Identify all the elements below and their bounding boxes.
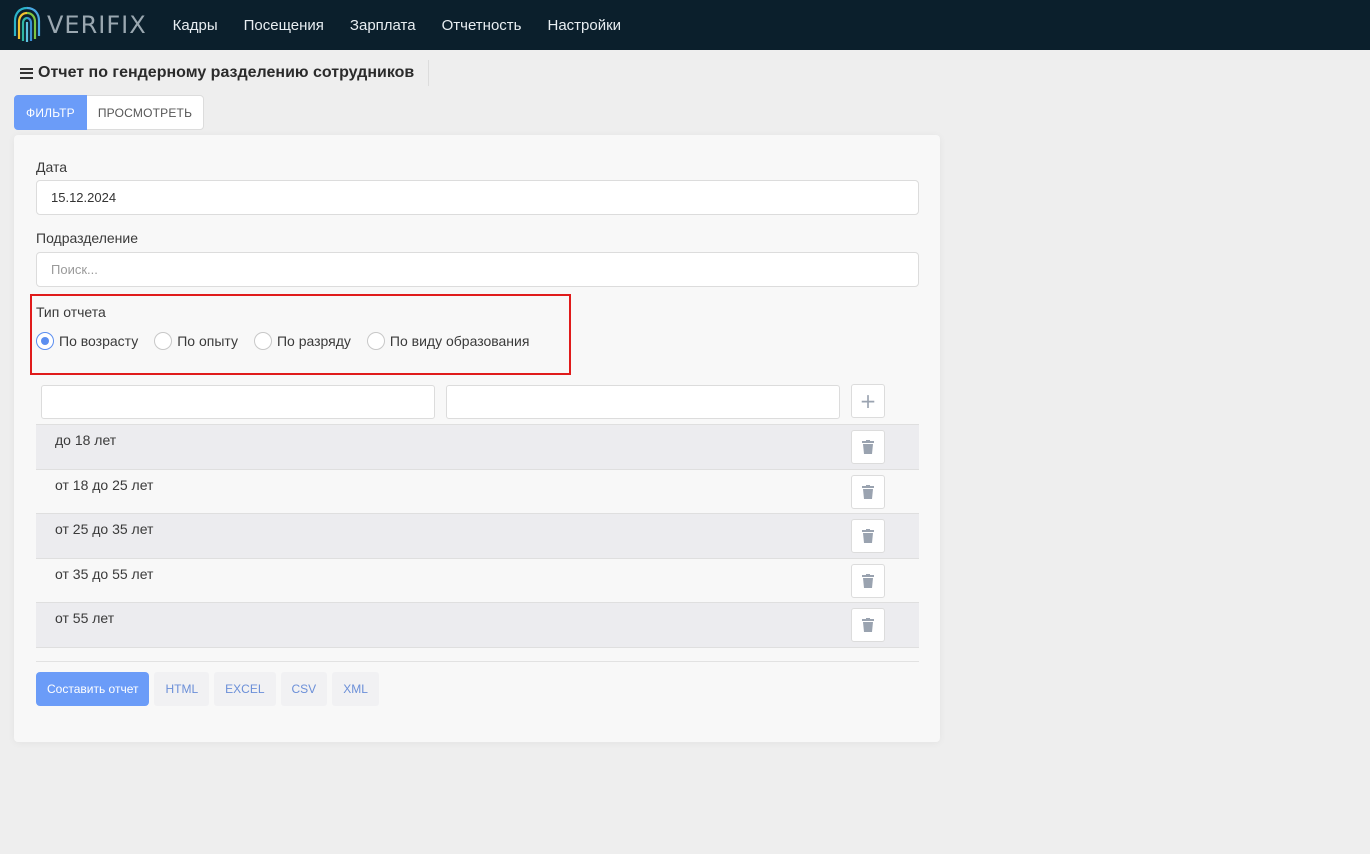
age-range-table: + до 18 лет от 18 до 25 лет от 25 до 35 …	[36, 378, 919, 648]
report-actions: Составить отчет HTML EXCEL CSV XML	[36, 672, 379, 706]
trash-icon	[862, 573, 874, 588]
radio-by-age[interactable]: По возрасту	[36, 332, 138, 350]
nav-item-settings[interactable]: Настройки	[548, 17, 622, 34]
delete-range-button[interactable]	[851, 608, 885, 643]
range-label: от 18 до 25 лет	[55, 476, 154, 493]
division-label: Подразделение	[36, 230, 139, 246]
trash-icon	[862, 440, 874, 454]
export-excel-button[interactable]: EXCEL	[214, 672, 276, 706]
radio-label: По виду образования	[389, 333, 530, 349]
radio-label: По опыту	[177, 333, 238, 349]
main-menu: Кадры Посещения Зарплата Отчетность Наст…	[173, 17, 647, 34]
radio-unchecked-icon	[253, 332, 272, 350]
export-html-button[interactable]: HTML	[154, 672, 210, 706]
hamburger-menu-icon[interactable]	[20, 67, 33, 79]
table-row: до 18 лет	[36, 424, 919, 469]
trash-icon	[862, 618, 874, 633]
page-title: Отчет по гендерному разделению сотрудник…	[38, 64, 415, 81]
report-type-label: Тип отчета	[36, 304, 106, 320]
table-row: от 55 лет	[36, 602, 919, 647]
export-xml-button[interactable]: XML	[332, 672, 379, 706]
actions-divider	[36, 661, 919, 662]
radio-by-education[interactable]: По виду образования	[366, 332, 530, 350]
nav-item-staff[interactable]: Кадры	[173, 17, 218, 34]
range-label: от 55 лет	[55, 610, 115, 627]
radio-unchecked-icon	[366, 332, 385, 350]
trash-icon	[862, 484, 874, 499]
range-label: до 18 лет	[55, 432, 117, 448]
delete-range-button[interactable]	[851, 474, 885, 509]
filter-card: Дата 15.12.2024 Подразделение Поиск... Т…	[14, 135, 940, 742]
delete-range-button[interactable]	[851, 563, 885, 598]
fingerprint-logo-icon	[13, 6, 41, 42]
range-input-row: +	[36, 378, 919, 424]
nav-item-payroll[interactable]: Зарплата	[350, 17, 416, 34]
export-csv-button[interactable]: CSV	[280, 672, 328, 706]
radio-by-experience[interactable]: По опыту	[154, 332, 238, 350]
add-range-button[interactable]: +	[851, 384, 885, 418]
range-label: от 25 до 35 лет	[55, 521, 154, 538]
radio-unchecked-icon	[154, 332, 173, 350]
plus-icon: +	[859, 389, 877, 413]
page-header: Отчет по гендерному разделению сотрудник…	[20, 60, 430, 86]
range-label: от 35 до 55 лет	[55, 565, 154, 582]
delete-range-button[interactable]	[851, 430, 885, 464]
nav-item-reports[interactable]: Отчетность	[442, 17, 522, 34]
range-table-bottom-border	[36, 646, 919, 648]
radio-label: По возрасту	[59, 333, 139, 349]
build-report-button[interactable]: Составить отчет	[36, 672, 150, 706]
date-label: Дата	[36, 159, 68, 175]
table-row: от 35 до 55 лет	[36, 557, 919, 603]
delete-range-button[interactable]	[851, 519, 885, 554]
trash-icon	[862, 529, 874, 544]
radio-by-grade[interactable]: По разряду	[253, 332, 351, 350]
tab-view[interactable]: ПРОСМОТРЕТЬ	[86, 95, 205, 130]
division-search-input[interactable]: Поиск...	[36, 252, 919, 287]
date-input[interactable]: 15.12.2024	[36, 180, 919, 215]
brand-name: VERIFIX	[47, 11, 147, 39]
tab-filter[interactable]: ФИЛЬТР	[14, 95, 87, 130]
range-to-input[interactable]	[446, 385, 840, 419]
table-row: от 25 до 35 лет	[36, 513, 919, 558]
nav-item-attendance[interactable]: Посещения	[244, 17, 324, 34]
view-tabs: ФИЛЬТР ПРОСМОТРЕТЬ	[14, 95, 205, 130]
radio-checked-icon	[36, 332, 54, 350]
range-from-input[interactable]	[41, 385, 435, 419]
top-navbar: VERIFIX Кадры Посещения Зарплата Отчетно…	[0, 0, 1370, 50]
radio-label: По разряду	[276, 333, 351, 349]
brand-logo[interactable]: VERIFIX	[13, 0, 147, 50]
report-type-radio-group: По возрасту По опыту По разряду По виду …	[36, 330, 545, 352]
table-row: от 18 до 25 лет	[36, 468, 919, 514]
